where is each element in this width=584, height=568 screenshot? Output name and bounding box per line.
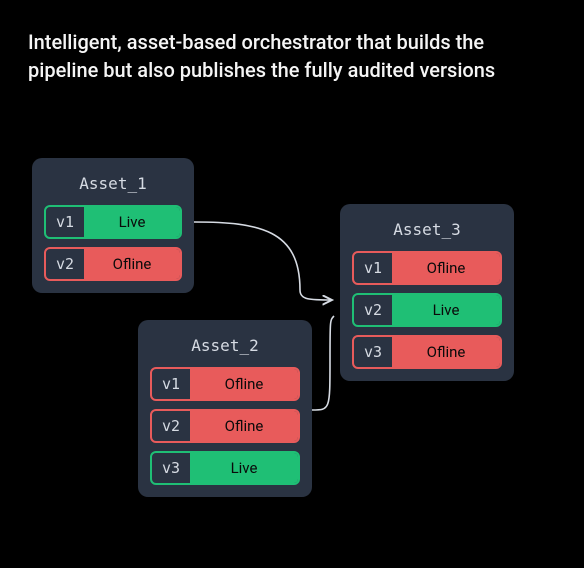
version-row: v3 Ofline xyxy=(352,335,502,369)
asset-card-3: Asset_3 v1 Ofline v2 Live v3 Ofline xyxy=(340,204,514,381)
version-status-offline: Ofline xyxy=(392,337,500,367)
version-row: v1 Live xyxy=(44,205,182,239)
version-row: v1 Ofline xyxy=(150,367,300,401)
version-tag: v2 xyxy=(354,295,392,325)
asset-card-1: Asset_1 v1 Live v2 Ofline xyxy=(32,158,194,293)
diagram-canvas: Asset_1 v1 Live v2 Ofline Asset_2 v1 Ofl… xyxy=(0,0,584,568)
version-status-offline: Ofline xyxy=(84,249,180,279)
version-tag: v2 xyxy=(152,411,190,441)
version-status-offline: Ofline xyxy=(392,253,500,283)
asset-title: Asset_3 xyxy=(352,220,502,239)
version-status-offline: Ofline xyxy=(190,411,298,441)
version-row: v3 Live xyxy=(150,451,300,485)
version-tag: v3 xyxy=(152,453,190,483)
version-tag: v2 xyxy=(46,249,84,279)
version-tag: v3 xyxy=(354,337,392,367)
version-tag: v1 xyxy=(46,207,84,237)
version-status-live: Live xyxy=(190,453,298,483)
version-row: v1 Ofline xyxy=(352,251,502,285)
edge-asset2-asset3 xyxy=(312,316,334,410)
edge-asset1-asset3 xyxy=(194,222,332,300)
version-row: v2 Ofline xyxy=(150,409,300,443)
version-status-offline: Ofline xyxy=(190,369,298,399)
asset-title: Asset_1 xyxy=(44,174,182,193)
asset-card-2: Asset_2 v1 Ofline v2 Ofline v3 Live xyxy=(138,320,312,497)
version-tag: v1 xyxy=(354,253,392,283)
asset-title: Asset_2 xyxy=(150,336,300,355)
version-status-live: Live xyxy=(392,295,500,325)
version-status-live: Live xyxy=(84,207,180,237)
version-tag: v1 xyxy=(152,369,190,399)
version-row: v2 Ofline xyxy=(44,247,182,281)
version-row: v2 Live xyxy=(352,293,502,327)
